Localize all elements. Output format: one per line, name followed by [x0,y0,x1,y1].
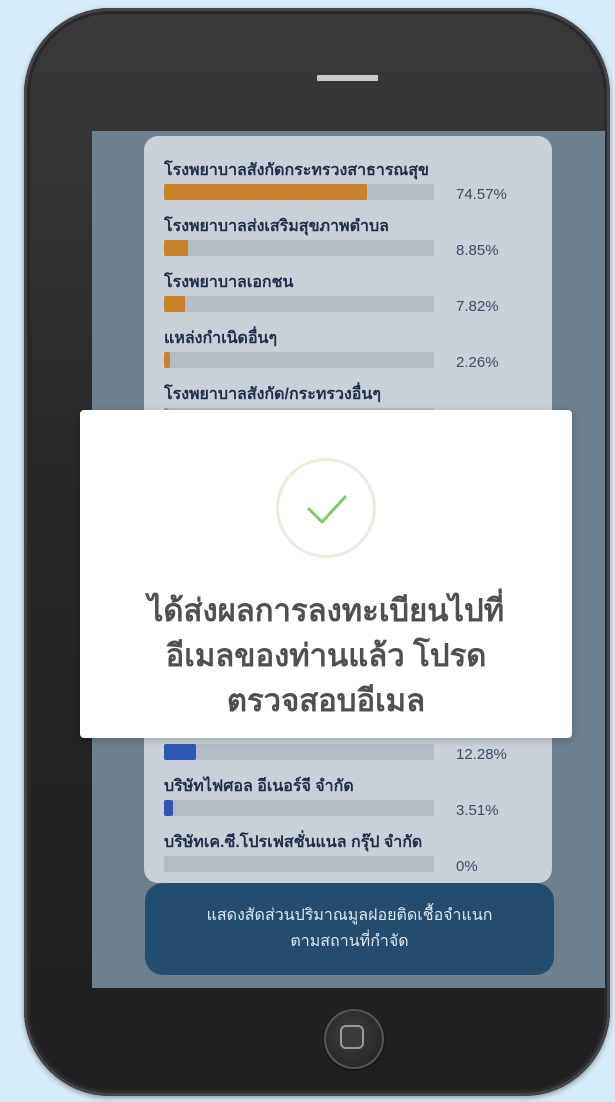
home-button[interactable] [324,1009,384,1069]
modal-message-line2: อีเมลของท่านแล้ว โปรด [165,638,487,673]
check-icon [307,495,347,524]
progress-bar [164,184,434,200]
list-item: โรงพยาบาลเอกชน 7.82% [164,272,544,315]
progress-fill [164,296,186,312]
percent-value: 0% [456,858,478,875]
progress-bar [164,296,434,312]
list-item: โรงพยาบาลสังกัดกระทรวงสาธารณสุข 74.57% [164,160,544,203]
progress-bar [164,744,434,760]
modal-message-line1: ได้ส่งผลการลงทะเบียนไปที่ [147,593,505,628]
percent-value: 8.85% [456,242,499,259]
progress-fill [164,744,197,760]
list-item: โรงพยาบาลสังกัด/กระทรวงอื่นๆ [164,384,544,424]
speaker-grille [317,75,378,81]
button-label-line1: แสดงสัดส่วนปริมาณมูลฝอยติดเชื้อจำแนก [206,907,493,924]
success-modal[interactable]: ได้ส่งผลการลงทะเบียนไปที่ อีเมลของท่านแล… [80,410,572,738]
row-label: โรงพยาบาลสังกัด/กระทรวงอื่นๆ [164,386,381,403]
percent-value: 74.57% [456,186,507,203]
row-label: โรงพยาบาลเอกชน [164,274,294,291]
modal-message: ได้ส่งผลการลงทะเบียนไปที่ อีเมลของท่านแล… [90,588,562,723]
percent-value: 3.51% [456,802,499,819]
list-item: โรงพยาบาลส่งเสริมสุขภาพตำบล 8.85% [164,216,544,259]
row-label: บริษัทไฟศอล อีเนอร์จี จำกัด [164,778,354,795]
home-square-icon [340,1025,364,1049]
progress-fill [164,240,189,256]
row-label: โรงพยาบาลส่งเสริมสุขภาพตำบล [164,218,389,235]
row-label: บริษัทเค.ซี.โปรเฟสชั่นแนล กรุ๊ป จำกัด [164,834,423,851]
progress-fill [164,352,171,368]
progress-fill [164,800,174,816]
progress-bar [164,352,434,368]
progress-bar [164,240,434,256]
percent-value: 2.26% [456,354,499,371]
row-label: โรงพยาบาลสังกัดกระทรวงสาธารณสุข [164,162,429,179]
list-item: แหล่งกำเนิดอื่นๆ 2.26% [164,328,544,371]
modal-message-line3: ตรวจสอบอีเมล [226,683,426,718]
percent-value: 12.28% [456,746,507,763]
list-item: บริษัทเค.ซี.โปรเฟสชั่นแนล กรุ๊ป จำกัด 0% [164,832,544,875]
list-item: บริษัทไฟศอล อีเนอร์จี จำกัด 3.51% [164,776,544,819]
show-disposal-proportion-button[interactable]: แสดงสัดส่วนปริมาณมูลฝอยติดเชื้อจำแนก ตาม… [145,883,554,975]
percent-value: 7.82% [456,298,499,315]
progress-bar [164,856,434,872]
button-label-line2: ตามสถานที่กำจัด [290,933,409,950]
row-label: แหล่งกำเนิดอื่นๆ [164,330,278,347]
progress-bar [164,800,434,816]
progress-fill [164,184,367,200]
check-circle-icon [276,458,376,558]
